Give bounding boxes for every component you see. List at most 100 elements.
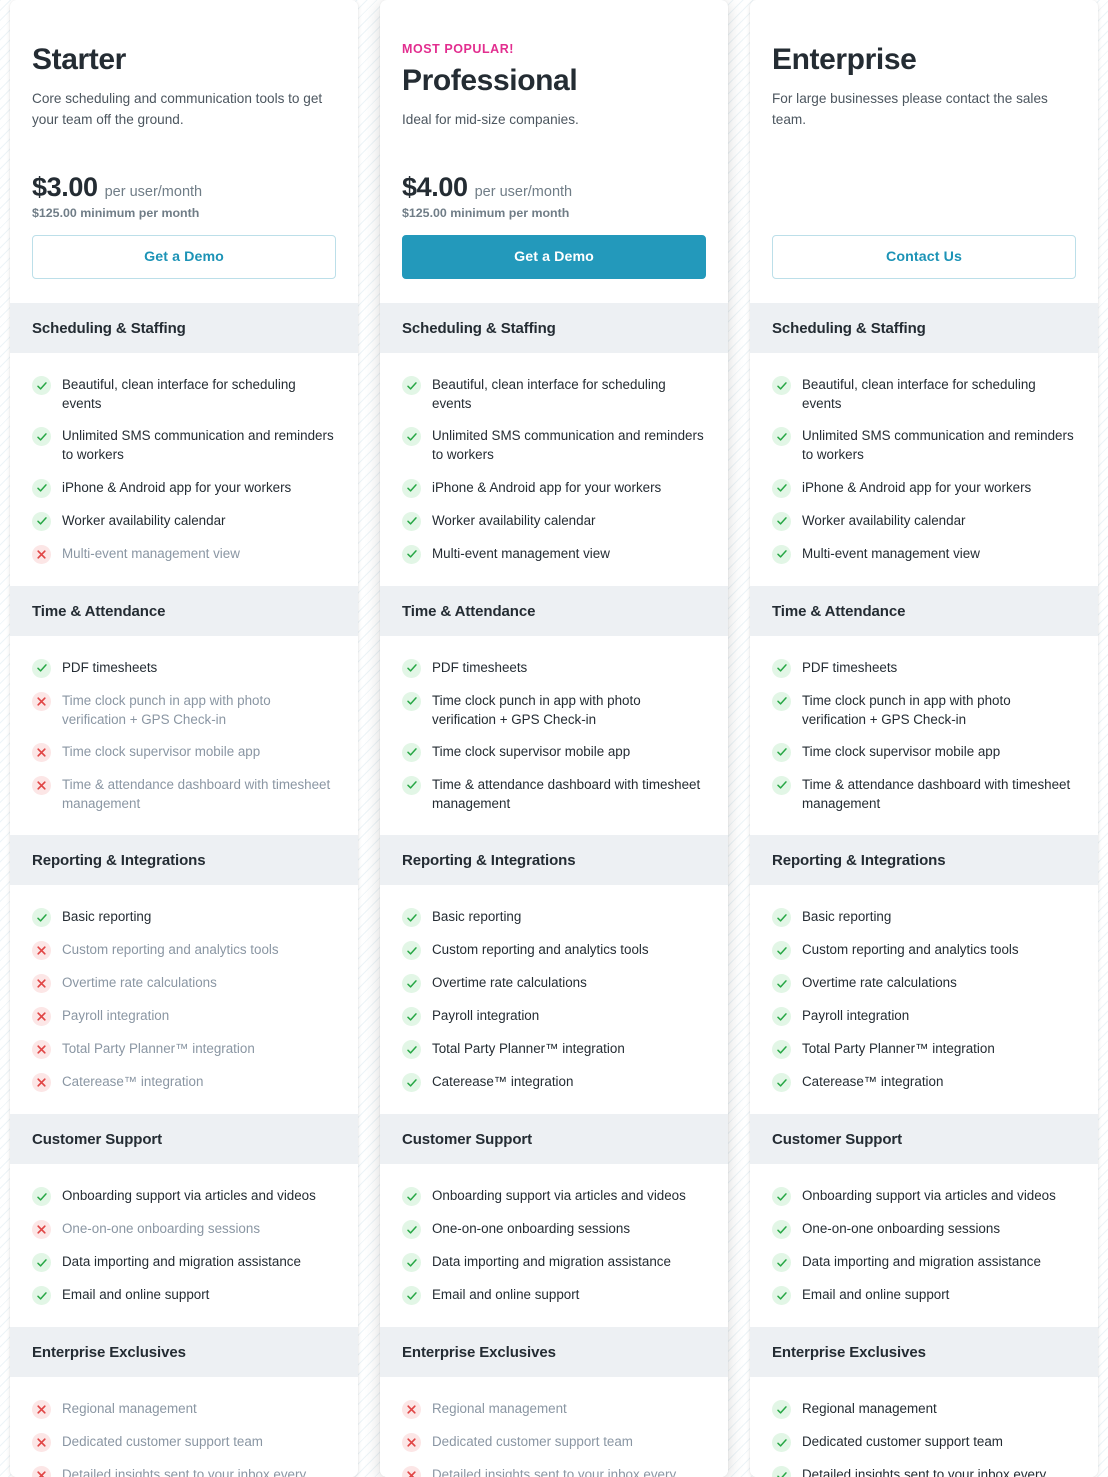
check-icon [32,908,51,928]
feature-label: Multi-event management view [802,545,980,561]
check-icon [772,511,791,531]
feature-label: Dedicated customer support team [802,1434,1003,1450]
feature-list: Regional management Dedicated customer su… [10,1377,358,1477]
feature-list: Beautiful, clean interface for schedulin… [380,353,728,586]
feature-row: Custom reporting and analytics tools [772,940,1076,961]
check-icon [402,1220,421,1240]
feature-row: Unlimited SMS communication and reminder… [32,426,336,464]
section-header-enterprise-exclusives: Enterprise Exclusives [10,1327,358,1378]
section-header-reporting-integrations: Reporting & Integrations [380,835,728,886]
feature-row: Onboarding support via articles and vide… [32,1186,336,1207]
feature-label: Regional management [802,1401,937,1417]
feature-label: Data importing and migration assistance [62,1254,301,1270]
check-icon [402,1187,421,1207]
feature-label: PDF timesheets [62,659,158,675]
feature-label: Time clock supervisor mobile app [802,743,1001,759]
check-icon [402,1286,421,1306]
plan-header: Enterprise For large businesses please co… [750,0,1098,303]
check-icon [402,427,421,447]
feature-label: Time clock punch in app with photo verif… [802,692,1011,727]
feature-label: Regional management [432,1401,567,1417]
check-icon [402,1007,421,1027]
check-icon [402,1040,421,1060]
feature-label: Email and online support [62,1287,210,1303]
feature-label: Overtime rate calculations [432,975,587,991]
feature-row: Detailed insights sent to your inbox eve… [32,1465,336,1477]
plan-card-enterprise: Enterprise For large businesses please co… [750,0,1098,1477]
check-icon [32,1286,51,1306]
feature-label: Worker availability calendar [62,512,226,528]
feature-row: Caterease™ integration [402,1072,706,1093]
check-icon [772,742,791,762]
check-icon [772,1433,791,1453]
feature-row: Email and online support [402,1285,706,1306]
feature-row: Data importing and migration assistance [772,1252,1076,1273]
check-icon [402,544,421,564]
cross-icon [32,775,51,795]
feature-label: Unlimited SMS communication and reminder… [62,428,334,463]
check-icon [772,1073,791,1093]
feature-label: Multi-event management view [432,545,610,561]
plan-header: Starter Core scheduling and communication… [10,0,358,303]
feature-row: Email and online support [772,1285,1076,1306]
feature-row: iPhone & Android app for your workers [772,478,1076,498]
check-icon [772,1220,791,1240]
check-icon [772,775,791,795]
feature-list: PDF timesheets Time clock punch in app wi… [10,635,358,836]
feature-label: Basic reporting [432,909,522,925]
feature-row: Time & attendance dashboard with timeshe… [772,775,1076,813]
feature-row: Beautiful, clean interface for schedulin… [402,375,706,413]
plan-cta-top[interactable]: Get a Demo [32,235,336,279]
feature-label: PDF timesheets [432,659,528,675]
feature-list: PDF timesheets Time clock punch in app wi… [380,635,728,836]
feature-label: Payroll integration [802,1008,910,1024]
check-icon [772,478,791,498]
feature-label: Onboarding support via articles and vide… [432,1188,686,1204]
section-header-scheduling-staffing: Scheduling & Staffing [380,303,728,353]
feature-label: Worker availability calendar [802,512,966,528]
feature-row: Onboarding support via articles and vide… [772,1186,1076,1207]
plan-cta-top[interactable]: Get a Demo [402,235,706,279]
feature-label: Time & attendance dashboard with timeshe… [802,776,1071,812]
feature-list: Basic reporting Custom reporting and anal… [10,885,358,1115]
section-header-enterprise-exclusives: Enterprise Exclusives [380,1327,728,1378]
feature-label: Caterease™ integration [432,1074,574,1090]
feature-label: Custom reporting and analytics tools [802,942,1019,958]
feature-label: Email and online support [432,1287,580,1303]
feature-label: Payroll integration [62,1008,170,1024]
price-minimum: $125.00 minimum per month [402,206,570,220]
feature-row: Time clock supervisor mobile app [402,742,706,762]
feature-label: Total Party Planner™ integration [62,1041,255,1057]
check-icon [402,908,421,928]
feature-row: Beautiful, clean interface for schedulin… [772,375,1076,413]
feature-row: Onboarding support via articles and vide… [402,1186,706,1207]
feature-label: Data importing and migration assistance [432,1254,671,1270]
check-icon [772,1286,791,1306]
check-icon [772,376,791,395]
feature-list: Onboarding support via articles and vide… [380,1164,728,1328]
feature-list: Onboarding support via articles and vide… [10,1164,358,1328]
plan-title: Enterprise [772,43,917,76]
check-icon [402,775,421,795]
feature-row: Overtime rate calculations [32,973,336,994]
feature-row: Payroll integration [32,1006,336,1027]
plan-cta-top[interactable]: Contact Us [772,235,1076,279]
feature-list: Beautiful, clean interface for schedulin… [750,353,1098,586]
feature-label: Worker availability calendar [432,512,596,528]
feature-row: Detailed insights sent to your inbox eve… [402,1465,706,1477]
feature-row: Total Party Planner™ integration [32,1039,336,1060]
check-icon [32,658,51,678]
check-icon [772,1007,791,1027]
feature-row: iPhone & Android app for your workers [402,478,706,498]
feature-list: Beautiful, clean interface for schedulin… [10,353,358,586]
feature-row: Caterease™ integration [32,1072,336,1093]
feature-row: Caterease™ integration [772,1072,1076,1093]
check-icon [32,1187,51,1207]
plan-card-starter: Starter Core scheduling and communication… [10,0,358,1477]
feature-label: Time & attendance dashboard with timeshe… [62,776,331,812]
cross-icon [32,691,51,711]
cross-icon [32,974,51,994]
feature-label: iPhone & Android app for your workers [62,479,292,495]
check-icon [402,511,421,531]
cross-icon [402,1433,421,1453]
